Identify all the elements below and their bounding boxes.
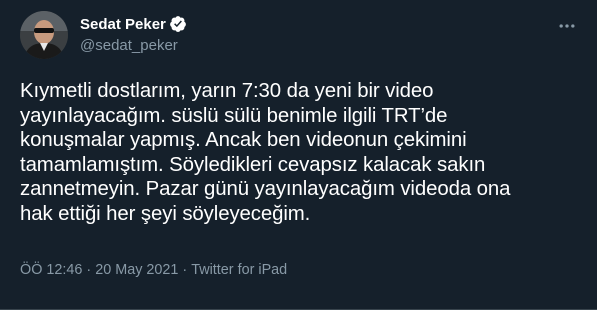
tweet-text: Kıymetli dostlarım, yarın 7:30 da yeni b… bbox=[20, 80, 511, 225]
more-horizontal-icon[interactable] bbox=[551, 10, 583, 42]
name-row: Sedat Peker bbox=[80, 14, 187, 34]
meta-separator: · bbox=[182, 262, 188, 278]
meta-separator: · bbox=[86, 262, 92, 278]
tweet-source[interactable]: Twitter for iPad bbox=[191, 262, 287, 278]
author-display-name[interactable]: Sedat Peker bbox=[80, 16, 166, 33]
tweet-date[interactable]: 20 May 2021 bbox=[95, 262, 178, 278]
tweet-meta: ÖÖ 12:46 · 20 May 2021 · Twitter for iPa… bbox=[20, 262, 287, 278]
author-info: Sedat Peker @sedat_peker bbox=[80, 14, 187, 54]
verified-badge-icon bbox=[169, 15, 187, 33]
author-handle[interactable]: @sedat_peker bbox=[80, 37, 187, 54]
tweet-card: Sedat Peker @sedat_peker Kıymetli dostla… bbox=[0, 0, 597, 310]
tweet-time[interactable]: ÖÖ 12:46 bbox=[20, 262, 82, 278]
avatar-image bbox=[20, 11, 68, 59]
avatar[interactable] bbox=[20, 11, 68, 59]
